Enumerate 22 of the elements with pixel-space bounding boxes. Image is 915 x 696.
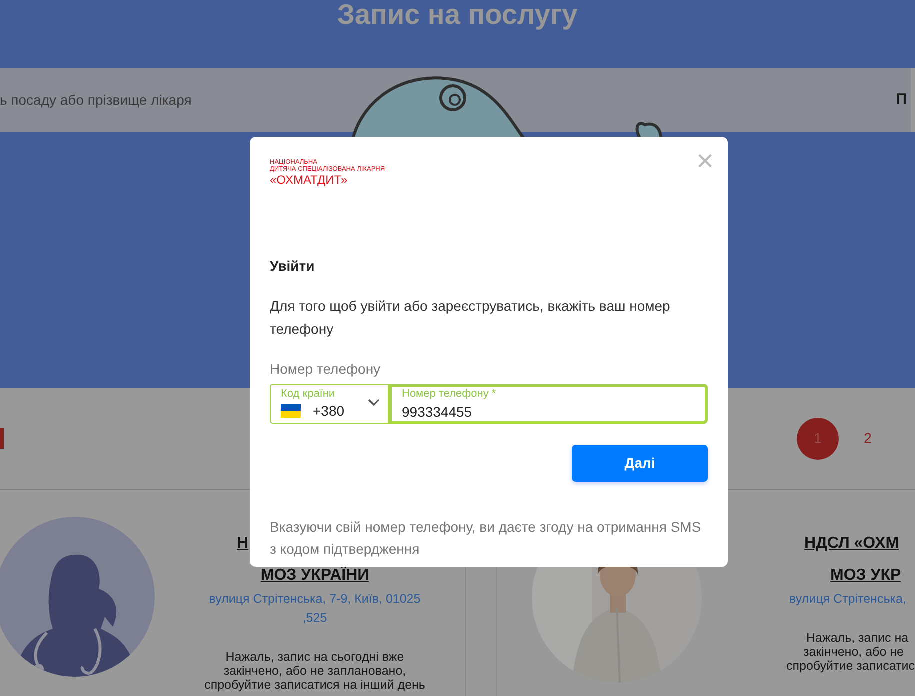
page-button[interactable]: 2 <box>847 418 889 460</box>
status-message: спробуйтие записатис <box>786 659 915 673</box>
status-message: закінчено, або не <box>802 645 905 659</box>
phone-field[interactable]: Номер телефону * 993334455 <box>389 384 708 424</box>
dialog-heading: Увійти <box>270 256 316 276</box>
status-message: спробуйтие записатися на інший день <box>204 678 426 692</box>
tag-edge <box>0 428 4 449</box>
page-title: Запис на послугу <box>336 1 579 29</box>
consent-note: Вказуючи свій номер телефону, ви даєте згоду на отримання SMS з кодом підтвердження <box>270 518 702 559</box>
instruction-text: Для того щоб увійти або зареєструватись, вкажіть ваш номер телефону <box>270 296 672 339</box>
address-text: вулиця Стрітенська, <box>788 591 908 608</box>
field-label: Номер телефону <box>270 360 382 379</box>
address-text: ,525 <box>302 610 328 627</box>
chevron-down-icon <box>368 398 380 407</box>
status-message: закінчено, або не заплановано, <box>222 664 408 678</box>
status-message: Нажаль, запис на сьогодні вже <box>224 650 406 664</box>
status-message: Нажаль, запис на <box>806 631 910 645</box>
country-code-select[interactable]: Код країни +380 <box>270 384 389 424</box>
address-text: вулиця Стрітенська, 7-9, Київ, 01025 <box>208 591 422 608</box>
flag-icon <box>281 404 301 418</box>
search-button[interactable]: П <box>896 68 911 132</box>
next-button[interactable]: Далі <box>572 444 708 482</box>
